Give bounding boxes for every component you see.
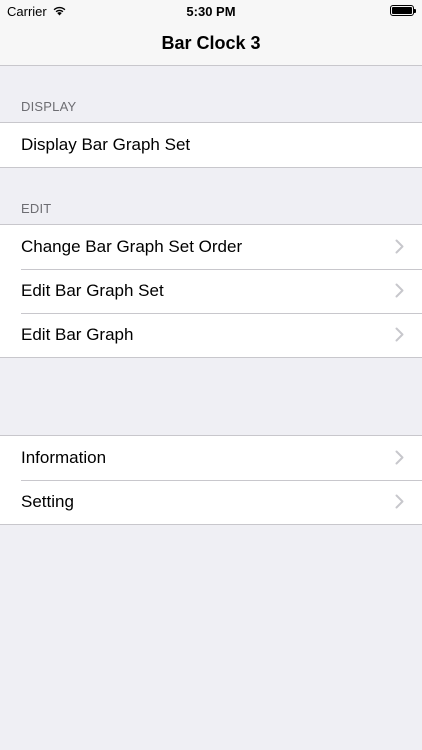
chevron-right-icon bbox=[395, 494, 404, 514]
row-display-bar-graph-set[interactable]: Display Bar Graph Set bbox=[0, 123, 422, 167]
chevron-right-icon bbox=[395, 327, 404, 347]
group-other: Information Setting bbox=[0, 435, 422, 525]
row-label: Information bbox=[21, 448, 107, 467]
navigation-bar: Bar Clock 3 bbox=[0, 22, 422, 66]
row-label: Setting bbox=[21, 492, 74, 511]
status-time: 5:30 PM bbox=[186, 4, 236, 19]
chevron-right-icon bbox=[395, 450, 404, 470]
row-setting[interactable]: Setting bbox=[0, 480, 422, 524]
row-label: Change Bar Graph Set Order bbox=[21, 237, 243, 256]
group-edit: Change Bar Graph Set Order Edit Bar Grap… bbox=[0, 224, 422, 358]
chevron-right-icon bbox=[395, 283, 404, 303]
battery-icon bbox=[390, 5, 416, 16]
group-display: Display Bar Graph Set bbox=[0, 122, 422, 168]
row-label: Edit Bar Graph bbox=[21, 325, 134, 344]
row-edit-bar-graph[interactable]: Edit Bar Graph bbox=[0, 313, 422, 357]
page-title: Bar Clock 3 bbox=[161, 33, 261, 53]
row-edit-bar-graph-set[interactable]: Edit Bar Graph Set bbox=[0, 269, 422, 313]
row-change-bar-graph-set-order[interactable]: Change Bar Graph Set Order bbox=[0, 225, 422, 269]
settings-list: DISPLAY Display Bar Graph Set EDIT Chang… bbox=[0, 66, 422, 525]
status-bar: Carrier 5:30 PM bbox=[0, 0, 422, 22]
row-label: Display Bar Graph Set bbox=[21, 135, 191, 154]
row-information[interactable]: Information bbox=[0, 436, 422, 480]
section-header-display: DISPLAY bbox=[21, 99, 77, 114]
section-header-edit: EDIT bbox=[21, 201, 52, 216]
chevron-right-icon bbox=[395, 239, 404, 259]
row-label: Edit Bar Graph Set bbox=[21, 281, 164, 300]
